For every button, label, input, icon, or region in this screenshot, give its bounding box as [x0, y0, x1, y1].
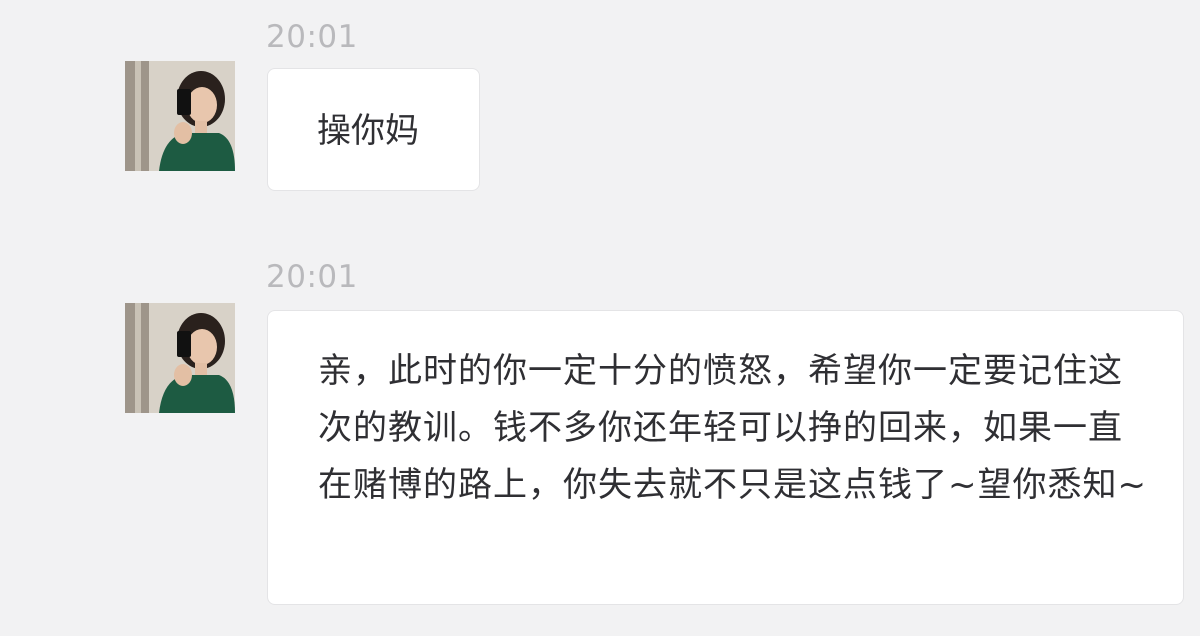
message-text: 操你妈	[317, 111, 419, 151]
message-bubble[interactable]: 亲，此时的你一定十分的愤怒，希望你一定要记住这次的教训。钱不多你还年轻可以挣的回…	[267, 310, 1184, 605]
chat-conversation: 20:01 操你妈 20:01 亲，此时的你一定十分的愤怒，希望你一定要记住这次…	[0, 0, 1200, 636]
profile-photo-icon	[125, 61, 235, 171]
message-timestamp: 20:01	[266, 19, 358, 55]
message-bubble[interactable]: 操你妈	[267, 68, 480, 191]
message-timestamp: 20:01	[266, 259, 358, 295]
sender-avatar[interactable]	[125, 61, 235, 171]
message-text: 亲，此时的你一定十分的愤怒，希望你一定要记住这次的教训。钱不多你还年轻可以挣的回…	[318, 351, 1147, 505]
profile-photo-icon	[125, 303, 235, 413]
sender-avatar[interactable]	[125, 303, 235, 413]
